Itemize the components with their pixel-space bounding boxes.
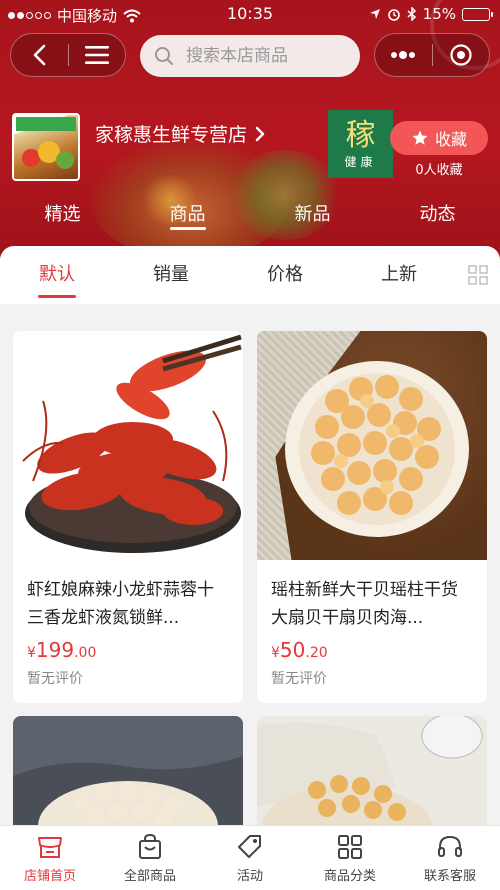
product-image-crayfish (13, 331, 243, 560)
status-bar-right: 15% (369, 5, 493, 23)
sort-label: 上新 (381, 264, 417, 285)
store-logo-badge (16, 117, 76, 131)
product-price: ¥50.20 (257, 638, 487, 664)
status-bar: 中国移动 10:35 15% (0, 0, 500, 28)
store-tab-label: 新品 (294, 204, 331, 225)
tab-label: 店铺首页 (23, 868, 76, 884)
favorite-button[interactable]: 收藏 (390, 121, 488, 155)
store-icon (38, 836, 62, 858)
more-icon (391, 51, 416, 59)
sort-sales[interactable]: 销量 (114, 246, 228, 304)
capsule-close-icon (450, 44, 472, 66)
grid-view-icon[interactable] (468, 265, 488, 285)
crayfish-illustration (22, 334, 242, 553)
battery-icon (462, 7, 493, 21)
price-currency: ¥ (271, 645, 280, 661)
store-logo[interactable] (12, 113, 80, 181)
location-arrow-icon (369, 9, 380, 19)
tab-label: 全部商品 (123, 868, 176, 884)
product-price: ¥199.00 (13, 638, 243, 664)
product-image-scallop (257, 331, 487, 560)
shopping-bag-icon (139, 833, 161, 859)
price-decimal: .20 (305, 645, 328, 661)
headset-icon (438, 835, 462, 857)
store-tab-label: 精选 (44, 204, 81, 225)
battery-percent: 15% (422, 5, 456, 23)
product-card[interactable] (257, 716, 487, 826)
category-grid-icon (338, 834, 362, 859)
bottom-tab-bar: 店铺首页 全部商品 活动 商品分类 联系客服 (0, 825, 500, 890)
product-image-partial (13, 716, 243, 826)
product-card[interactable]: 虾红娘麻辣小龙虾蒜蓉十三香龙虾液氮锁鲜... ¥199.00 暂无评价 (13, 331, 243, 703)
store-tab-new[interactable]: 新品 (250, 198, 375, 238)
store-name-link[interactable]: 家稼惠生鲜专营店 (95, 120, 265, 147)
tab-categories[interactable]: 商品分类 (300, 826, 400, 890)
tab-store-home[interactable]: 店铺首页 (0, 826, 100, 890)
chevron-right-icon (255, 126, 265, 141)
sort-default[interactable]: 默认 (0, 246, 114, 304)
product-title: 虾红娘麻辣小龙虾蒜蓉十三香龙虾液氮锁鲜... (27, 580, 214, 628)
store-tab-featured[interactable]: 精选 (0, 198, 125, 238)
product-review: 暂无评价 (27, 671, 83, 687)
product-title: 瑶柱新鲜大干贝瑶柱干货大扇贝干扇贝肉海... (271, 580, 458, 628)
back-icon (33, 44, 46, 66)
favorite-count: 0人收藏 (415, 163, 463, 178)
more-button[interactable] (375, 33, 432, 77)
nav-capsule-right (374, 33, 490, 77)
tab-all-products[interactable]: 全部商品 (100, 826, 200, 890)
brand-logo-mark: 稼 (345, 117, 376, 153)
store-logo-fruit (56, 151, 74, 169)
store-tab-label: 商品 (169, 204, 206, 225)
price-integer: 199 (35, 638, 75, 662)
product-review: 暂无评价 (271, 671, 327, 687)
search-input[interactable] (186, 46, 346, 66)
brand-logo-subtext: 健康 (344, 154, 377, 169)
favorite-label: 收藏 (434, 130, 467, 149)
tag-icon (238, 834, 261, 858)
back-button[interactable] (11, 33, 68, 77)
sort-newest[interactable]: 上新 (342, 246, 456, 304)
star-icon (412, 130, 428, 145)
sort-label: 价格 (267, 264, 303, 285)
close-miniprogram-button[interactable] (432, 33, 489, 77)
product-image-partial (257, 716, 487, 826)
tab-label: 活动 (236, 868, 263, 884)
store-tab-products[interactable]: 商品 (125, 198, 250, 238)
brand-logo: 稼 健康 (328, 110, 393, 178)
tab-promotions[interactable]: 活动 (200, 826, 300, 890)
search-box[interactable] (140, 35, 360, 77)
sort-bar: 默认 销量 价格 上新 (0, 246, 500, 304)
store-header: 中国移动 10:35 15% 搜索本店商品 家稼惠生鲜专营店 稼 健康 收藏 0… (0, 0, 500, 262)
store-tabs: 精选 商品 新品 动态 (0, 198, 500, 238)
alarm-icon (387, 9, 400, 21)
sort-label: 销量 (153, 264, 189, 285)
price-integer: 50 (279, 638, 306, 662)
product-card[interactable]: 瑶柱新鲜大干贝瑶柱干货大扇贝干扇贝肉海... ¥50.20 暂无评价 (257, 331, 487, 703)
menu-button[interactable] (68, 33, 125, 77)
store-name: 家稼惠生鲜专营店 (95, 124, 248, 146)
sort-label: 默认 (39, 264, 75, 285)
sort-price[interactable]: 价格 (228, 246, 342, 304)
tab-customer-service[interactable]: 联系客服 (400, 826, 500, 890)
bluetooth-icon (407, 7, 416, 21)
store-tab-label: 动态 (419, 204, 456, 225)
tab-label: 商品分类 (323, 868, 376, 884)
store-tab-feed[interactable]: 动态 (375, 198, 500, 238)
price-currency: ¥ (27, 645, 36, 661)
product-card[interactable] (13, 716, 243, 826)
scallop-illustration (285, 361, 469, 537)
search-icon (155, 47, 173, 65)
tab-label: 联系客服 (423, 868, 476, 884)
price-decimal: .00 (74, 645, 97, 661)
menu-icon (84, 46, 109, 64)
nav-capsule-left (10, 33, 126, 77)
